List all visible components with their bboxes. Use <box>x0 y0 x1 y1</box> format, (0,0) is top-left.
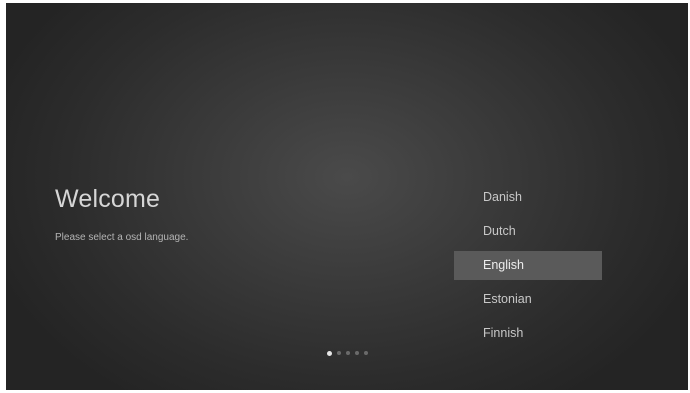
language-option-danish[interactable]: Danish <box>454 183 602 212</box>
page-subtitle: Please select a osd language. <box>55 232 189 243</box>
language-option-estonian[interactable]: Estonian <box>454 285 602 314</box>
setup-screen: Welcome Please select a osd language. Da… <box>6 3 688 390</box>
step-dot <box>346 351 350 355</box>
language-option-dutch[interactable]: Dutch <box>454 217 602 246</box>
step-dot <box>355 351 359 355</box>
step-dot <box>364 351 368 355</box>
step-dot <box>337 351 341 355</box>
language-option-english[interactable]: English <box>454 251 602 280</box>
page-title: Welcome <box>55 185 161 213</box>
step-dot-active <box>327 350 332 356</box>
language-list: Danish Dutch English Estonian Finnish <box>454 183 602 353</box>
language-option-finnish[interactable]: Finnish <box>454 319 602 348</box>
step-indicator <box>327 350 368 356</box>
